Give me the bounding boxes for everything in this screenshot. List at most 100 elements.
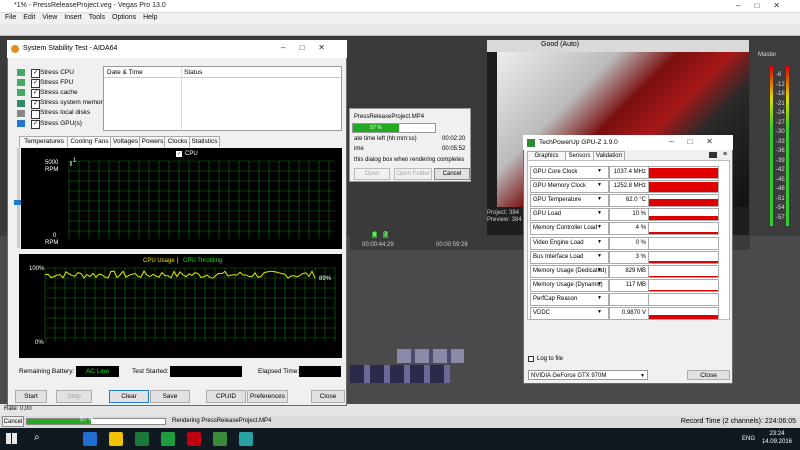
- timeline-clip-upper[interactable]: [397, 349, 464, 363]
- test-started-label: Test Started:: [132, 368, 169, 375]
- aida64-icon[interactable]: [187, 432, 201, 446]
- timecode-1: 00:00:44:29: [362, 242, 394, 248]
- timeline-clip-lower[interactable]: [350, 365, 450, 383]
- vegas-icon[interactable]: [239, 432, 253, 446]
- excel-icon[interactable]: [161, 432, 175, 446]
- start-button[interactable]: Start: [15, 390, 47, 403]
- start-icon[interactable]: [6, 433, 17, 444]
- system-clock[interactable]: 23:24 14.09.2016: [762, 430, 792, 446]
- sensor-graph: [648, 222, 719, 236]
- aida64-window-controls[interactable]: –□✕: [281, 43, 339, 52]
- menu-help[interactable]: Help: [143, 14, 157, 21]
- sensor-mode-chevron-icon[interactable]: ▼: [597, 253, 602, 259]
- fan-ymax: 5000: [45, 160, 59, 166]
- tab-statistics[interactable]: Statistics: [189, 136, 220, 147]
- language-indicator[interactable]: ENG: [742, 436, 755, 442]
- preferences-button[interactable]: Preferences: [247, 390, 288, 403]
- battery-value: AC Line: [76, 366, 119, 377]
- close-when-done-label[interactable]: this dialog box when rendering completes: [354, 157, 464, 163]
- time-left-label: ate time left (hh:mm:ss): [354, 136, 417, 142]
- fan-graph-grid: [68, 160, 335, 239]
- meter-scale-label: -24: [776, 110, 785, 116]
- camera-icon[interactable]: [709, 152, 717, 158]
- open-folder-button[interactable]: Open Folder: [394, 168, 432, 180]
- preview-info: Project: 384 Preview: 384: [487, 210, 522, 224]
- preview-quality-dropdown[interactable]: Good (Auto): [541, 41, 579, 48]
- search-icon[interactable]: ⌕: [34, 432, 40, 443]
- stop-button[interactable]: Stop: [56, 390, 92, 403]
- sensor-mode-chevron-icon[interactable]: ▼: [597, 281, 602, 287]
- tab-powers[interactable]: Powers: [139, 136, 166, 147]
- tab-temperatures[interactable]: Temperatures: [19, 136, 69, 147]
- menu-insert[interactable]: Insert: [64, 14, 82, 21]
- stress-checkbox[interactable]: ✓: [31, 99, 40, 109]
- aida64-icon: [11, 45, 19, 53]
- menu-icon[interactable]: ≡: [723, 151, 727, 158]
- fan-slider-track[interactable]: [17, 148, 20, 248]
- fan-ymin-unit: RPM: [45, 240, 59, 246]
- cpu-legend-check[interactable]: ✓: [176, 151, 182, 157]
- open-button[interactable]: Open: [354, 168, 390, 180]
- stress-label: Stress local disks: [40, 109, 91, 117]
- sensor-graph: [648, 307, 719, 320]
- stress-label: Stress cache: [40, 88, 78, 96]
- marker-6[interactable]: 6: [372, 232, 378, 238]
- sensor-graph: [648, 292, 719, 306]
- cpu-ymax: 100%: [29, 266, 45, 272]
- tab-clocks[interactable]: Clocks: [164, 136, 191, 147]
- sensor-mode-chevron-icon[interactable]: ▼: [597, 210, 602, 216]
- menu-edit[interactable]: Edit: [23, 14, 35, 21]
- gpuz-taskbar-icon[interactable]: [213, 432, 227, 446]
- stress-checkbox[interactable]: ✓: [31, 79, 40, 89]
- sensor-mode-chevron-icon[interactable]: ▼: [597, 196, 602, 202]
- sensor-mode-chevron-icon[interactable]: ▼: [597, 309, 602, 315]
- cancel-render-button[interactable]: Cancel: [2, 416, 24, 427]
- sensor-mode-chevron-icon[interactable]: ▼: [597, 182, 602, 188]
- meter-scale-label: -39: [776, 157, 785, 164]
- legend-separator: |: [177, 258, 179, 264]
- col-date-time: Date & Time: [107, 69, 143, 76]
- gpuz-close-button[interactable]: Close: [687, 370, 730, 380]
- tab-cooling-fans[interactable]: Cooling Fans: [67, 136, 112, 147]
- gpu-select-dropdown[interactable]: NVIDIA GeForce GTX 970M ▼: [528, 370, 648, 380]
- sensor-mode-chevron-icon[interactable]: ▼: [597, 295, 602, 301]
- log-to-file-checkbox[interactable]: [528, 356, 534, 362]
- stress-checkbox[interactable]: ✓: [31, 69, 40, 78]
- menu-file[interactable]: File: [5, 14, 16, 21]
- preview-toolbar: Good (Auto): [487, 40, 749, 52]
- tab-voltages[interactable]: Voltages: [110, 136, 141, 147]
- menu-view[interactable]: View: [42, 14, 57, 21]
- vegas-toolbar[interactable]: [0, 24, 800, 36]
- meter-scale-label: -27: [776, 119, 785, 126]
- render-dialog-fill: 57 %: [353, 124, 399, 132]
- meter-scale-label: -42: [776, 167, 785, 173]
- sensor-mode-chevron-icon[interactable]: ▼: [597, 267, 602, 273]
- render-cancel-button[interactable]: Cancel: [434, 168, 470, 180]
- gpuz-window-controls[interactable]: –□✕: [669, 137, 727, 146]
- clear-button[interactable]: Clear: [109, 390, 149, 403]
- stress-item-icon: [17, 79, 25, 87]
- sensor-graph-fill: [649, 216, 718, 221]
- aida-close-button[interactable]: Close: [311, 390, 345, 403]
- menu-options[interactable]: Options: [112, 14, 136, 21]
- sensor-mode-chevron-icon[interactable]: ▼: [597, 168, 602, 174]
- marker-7[interactable]: 7: [383, 232, 389, 238]
- store-icon[interactable]: [135, 432, 149, 446]
- render-file-name: PressReleaseProject.MP4: [354, 114, 425, 120]
- file-explorer-icon[interactable]: [109, 432, 123, 446]
- stress-label: Stress FPU: [40, 78, 74, 86]
- rate-label: Rate: 0,00: [4, 406, 32, 412]
- stress-checkbox[interactable]: ✓: [31, 89, 40, 99]
- sensor-graph-fill: [649, 260, 718, 263]
- stress-checkbox[interactable]: [31, 109, 40, 119]
- stress-checkbox[interactable]: ✓: [31, 120, 40, 129]
- edge-icon[interactable]: [83, 432, 97, 446]
- elapsed-label: ime: [354, 146, 364, 152]
- sensor-value: 62.0 °C: [609, 194, 649, 208]
- cpuid-button[interactable]: CPUID: [206, 390, 246, 403]
- menu-tools[interactable]: Tools: [89, 14, 105, 21]
- save-button[interactable]: Save: [150, 390, 190, 403]
- sensor-mode-chevron-icon[interactable]: ▼: [597, 239, 602, 245]
- vegas-window-controls[interactable]: –□✕: [736, 1, 794, 10]
- sensor-mode-chevron-icon[interactable]: ▼: [597, 224, 602, 230]
